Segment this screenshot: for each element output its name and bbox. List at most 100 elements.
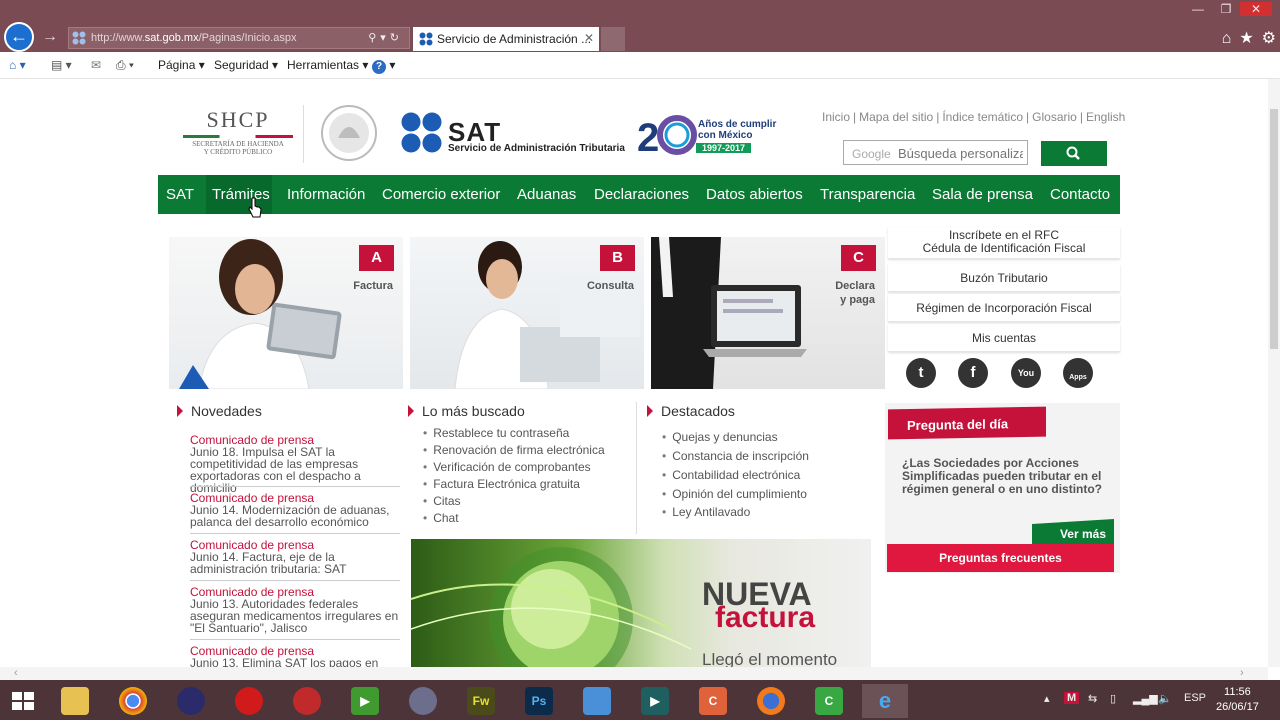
dropdown-icon[interactable]: ▾ [380, 32, 390, 44]
nav-contacto[interactable]: Contacto [1050, 186, 1110, 203]
nav-sat[interactable]: SAT [166, 186, 194, 203]
print-icon[interactable]: ⎙ ▾ [116, 58, 134, 73]
home-icon[interactable]: ⌂ [1222, 30, 1232, 47]
buscado-link[interactable]: Renovación de firma electrónica [423, 443, 604, 457]
facebook-icon[interactable]: f [958, 358, 988, 388]
media-player-button[interactable]: ▶ [342, 684, 388, 718]
nav-datos-abiertos[interactable]: Datos abiertos [706, 186, 803, 203]
home-dropdown-icon[interactable]: ⌂ ▾ [9, 58, 26, 72]
app-button[interactable] [400, 684, 446, 718]
buscado-link[interactable]: Restablece tu contraseña [423, 426, 569, 440]
internet-explorer-button[interactable]: e [862, 684, 908, 718]
hero-card-consulta[interactable]: B Consulta [410, 237, 644, 389]
news-item[interactable]: Comunicado de prensa Junio 18. Impulsa el… [190, 434, 400, 494]
fireworks-button[interactable]: Fw [458, 684, 504, 718]
link-rif[interactable]: Régimen de Incorporación Fiscal [888, 294, 1120, 322]
nueva-factura-banner[interactable]: NUEVA factura Llegó el momento [411, 539, 871, 667]
twitter-icon[interactable]: t [906, 358, 936, 388]
address-bar[interactable]: http://www.sat.gob.mx/Paginas/Inicio.asp… [68, 27, 410, 49]
youtube-icon[interactable]: You [1011, 358, 1041, 388]
destacado-link[interactable]: Contabilidad electrónica [662, 468, 800, 482]
buscado-link[interactable]: Chat [423, 511, 458, 525]
nav-comercio-exterior[interactable]: Comercio exterior [382, 186, 500, 203]
news-item[interactable]: Comunicado de prensa Junio 13. Autoridade… [190, 586, 400, 634]
chrome-button[interactable] [110, 684, 156, 718]
favorites-star-icon[interactable]: ★ [1239, 30, 1253, 47]
buscado-link[interactable]: Verificación de comprobantes [423, 460, 590, 474]
url-text[interactable]: http://www.sat.gob.mx/Paginas/Inicio.asp… [91, 32, 296, 44]
link-indice[interactable]: Índice temático [942, 110, 1023, 124]
settings-gear-icon[interactable]: ⚙ [1262, 30, 1276, 47]
hero-card-factura[interactable]: A Factura [169, 237, 403, 389]
video-editor-button[interactable] [574, 684, 620, 718]
close-tab-icon[interactable]: ✕ [584, 31, 594, 45]
preguntas-frecuentes-button[interactable]: Preguntas frecuentes [887, 544, 1114, 572]
search-input[interactable] [898, 144, 1023, 162]
link-mis-cuentas[interactable]: Mis cuentas [888, 324, 1120, 352]
help-menu[interactable]: ? ▾ [372, 58, 395, 74]
destacado-link[interactable]: Opinión del cumplimiento [662, 487, 807, 501]
refresh-icon[interactable]: ↻ [390, 32, 403, 44]
file-explorer-button[interactable] [52, 684, 98, 718]
news-item[interactable]: Comunicado de prensa Junio 13. Elimina SA… [190, 645, 400, 667]
nav-transparencia[interactable]: Transparencia [820, 186, 915, 203]
start-button[interactable] [0, 684, 46, 718]
tray-battery-icon[interactable]: ▯ [1110, 692, 1116, 705]
minimize-icon[interactable]: — [1184, 2, 1212, 16]
tab-sat[interactable]: Servicio de Administración ... ✕ [413, 27, 599, 51]
nav-declaraciones[interactable]: Declaraciones [594, 186, 689, 203]
app-button[interactable] [284, 684, 330, 718]
opera-button[interactable] [226, 684, 272, 718]
show-hidden-icons[interactable]: ▴ [1044, 692, 1050, 705]
news-item[interactable]: Comunicado de prensa Junio 14. Factura, e… [190, 539, 400, 575]
tray-app-icon[interactable]: M [1064, 692, 1080, 704]
maximize-icon[interactable]: ❐ [1212, 2, 1240, 16]
scroll-left-icon[interactable]: ‹ [14, 667, 18, 679]
app-button[interactable]: ▶ [632, 684, 678, 718]
buscado-link[interactable]: Factura Electrónica gratuita [423, 477, 580, 491]
close-window-icon[interactable]: ✕ [1240, 2, 1272, 16]
search-box[interactable]: Google [843, 140, 1028, 165]
search-button[interactable] [1041, 141, 1107, 166]
tray-sync-icon[interactable]: ⇆ [1088, 692, 1097, 705]
forward-button[interactable]: → [42, 28, 58, 46]
page-menu[interactable]: Página ▾ [158, 58, 205, 72]
link-buzon[interactable]: Buzón Tributario [888, 264, 1120, 292]
sat-logo-icon[interactable] [401, 112, 443, 154]
destacado-link[interactable]: Constancia de inscripción [662, 449, 809, 463]
horizontal-scrollbar[interactable]: ‹ › [0, 667, 1268, 680]
system-clock[interactable]: 11:56 26/06/17 [1216, 685, 1259, 715]
nav-aduanas[interactable]: Aduanas [517, 186, 576, 203]
new-tab-button[interactable] [601, 27, 625, 51]
volume-icon[interactable]: 🔈 [1158, 692, 1172, 705]
language-indicator[interactable]: ESP [1184, 692, 1206, 704]
feeds-icon[interactable]: ▤ ▾ [51, 58, 72, 72]
scroll-right-icon[interactable]: › [1240, 667, 1244, 679]
back-button[interactable]: ← [4, 22, 34, 52]
photoshop-button[interactable]: Ps [516, 684, 562, 718]
vertical-scrollbar[interactable] [1268, 79, 1280, 667]
destacado-link[interactable]: Quejas y denuncias [662, 430, 777, 444]
link-rfc[interactable]: Inscríbete en el RFC Cédula de Identifica… [888, 227, 1120, 259]
apps-phone-icon[interactable]: Apps [1063, 358, 1093, 388]
app-button[interactable] [168, 684, 214, 718]
camtasia-button[interactable]: C [690, 684, 736, 718]
link-glosario[interactable]: Glosario [1032, 110, 1077, 124]
ver-mas-button[interactable]: Ver más [1032, 519, 1114, 544]
shcp-logo[interactable]: SHCP SECRETARÍA DE HACIENDA Y CRÉDITO PÚ… [183, 107, 293, 156]
news-item[interactable]: Comunicado de prensa Junio 14. Modernizac… [190, 492, 400, 528]
security-menu[interactable]: Seguridad ▾ [214, 58, 278, 72]
tools-menu[interactable]: Herramientas ▾ [287, 58, 368, 72]
camtasia-recorder-button[interactable]: C [806, 684, 852, 718]
nav-sala-prensa[interactable]: Sala de prensa [932, 186, 1033, 203]
link-english[interactable]: English [1086, 110, 1125, 124]
firefox-button[interactable] [748, 684, 794, 718]
link-mapa[interactable]: Mapa del sitio [859, 110, 933, 124]
destacado-link[interactable]: Ley Antilavado [662, 505, 750, 519]
search-icon[interactable]: ⚲ [368, 32, 380, 44]
buscado-link[interactable]: Citas [423, 494, 460, 508]
network-signal-icon[interactable]: ▂▄▆ [1133, 692, 1158, 705]
nav-informacion[interactable]: Información [287, 186, 365, 203]
hero-card-declara[interactable]: C Declara y paga [651, 237, 885, 389]
mail-icon[interactable]: ✉ [91, 58, 101, 72]
